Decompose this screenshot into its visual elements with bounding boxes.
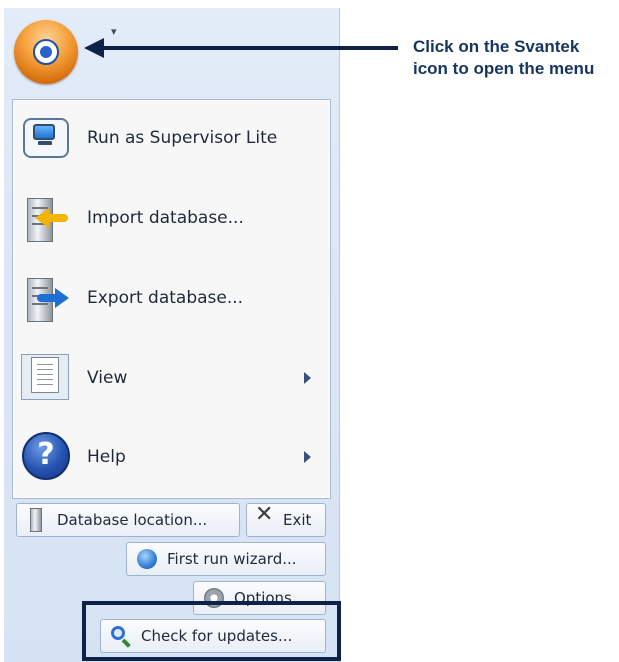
callout-arrow <box>84 38 398 58</box>
check-for-updates-highlight <box>82 601 341 661</box>
callout-text: Click on the Svantek icon to open the me… <box>413 37 595 78</box>
